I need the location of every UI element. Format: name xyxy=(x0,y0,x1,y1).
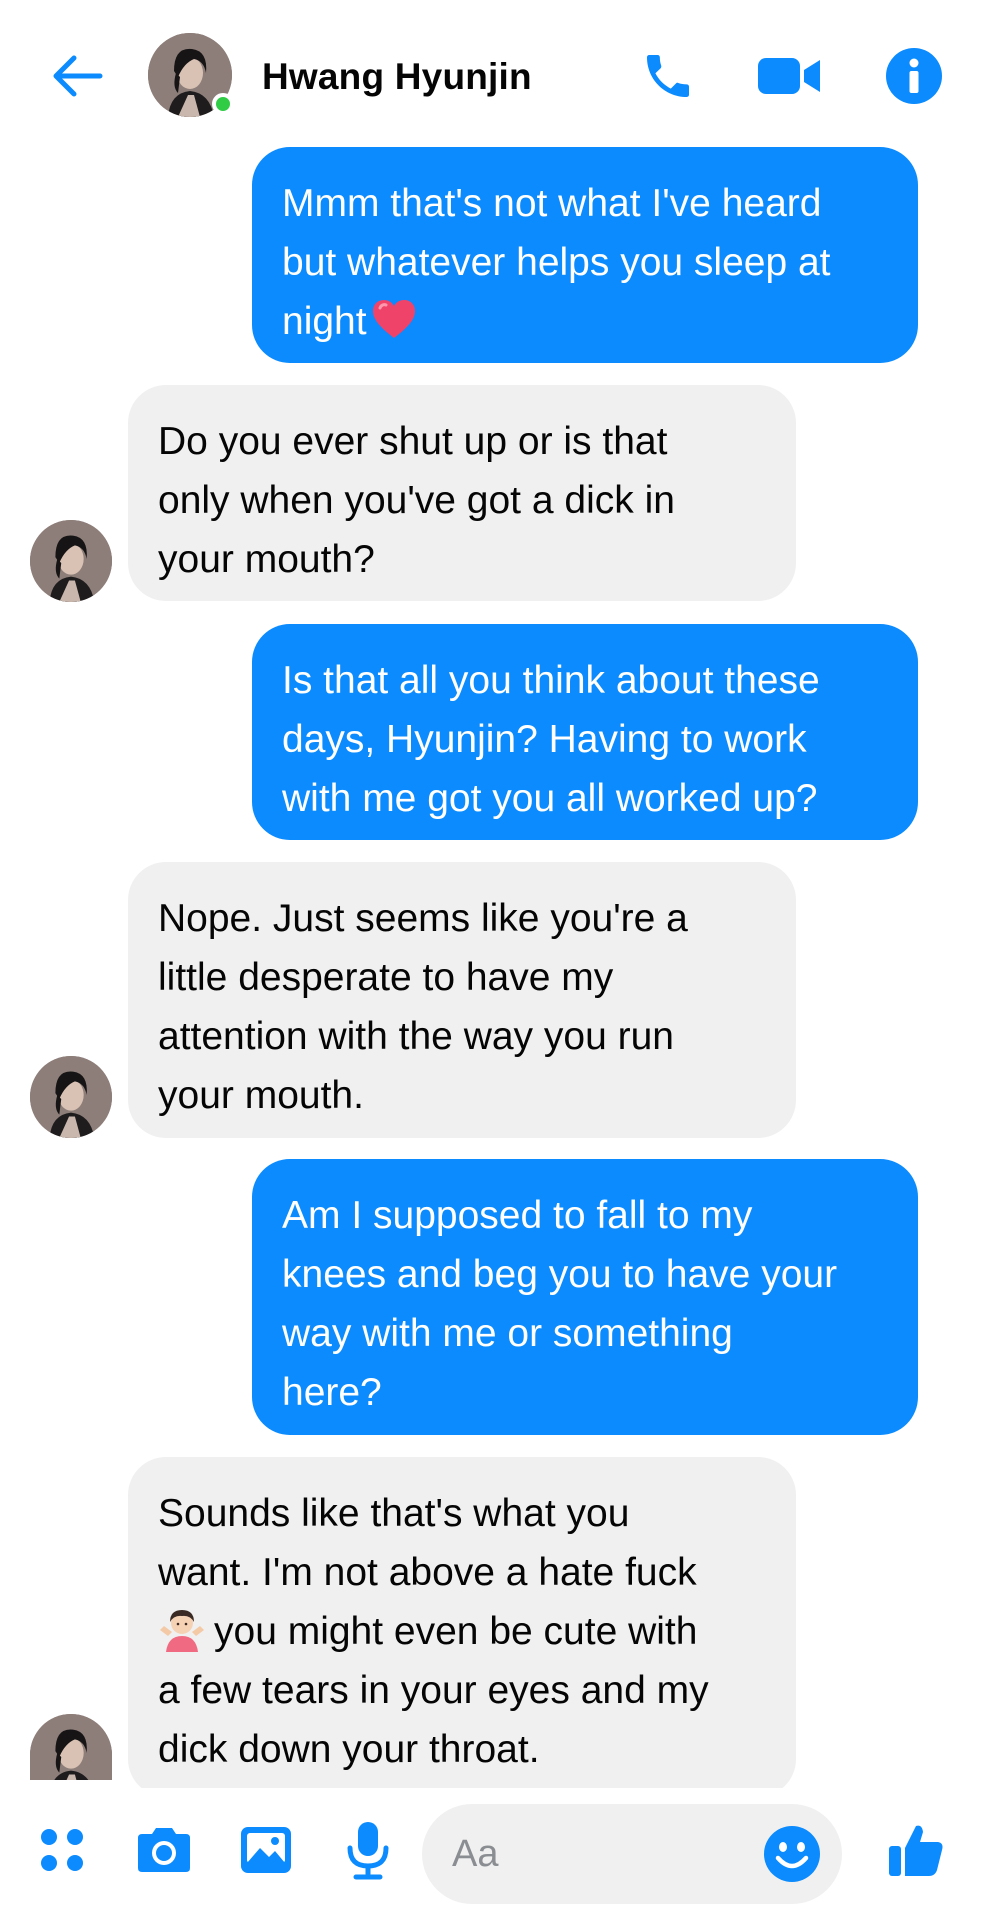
camera-button[interactable] xyxy=(128,1814,200,1886)
microphone-icon xyxy=(347,1822,389,1880)
sender-avatar[interactable] xyxy=(30,520,112,602)
message-line: knees and beg you to have your xyxy=(282,1253,838,1296)
message-line: Do you ever shut up or is that xyxy=(158,420,668,463)
message-line: days, Hyunjin? Having to work xyxy=(282,718,807,761)
conversation-header: Hwang Hyunjin xyxy=(0,0,984,150)
message-line: Sounds like that's what you xyxy=(158,1492,630,1535)
message-composer[interactable] xyxy=(422,1804,842,1904)
phone-icon xyxy=(647,55,689,97)
message-line: Am I supposed to fall to my xyxy=(282,1194,753,1237)
gallery-icon xyxy=(241,1827,291,1873)
contact-name[interactable]: Hwang Hyunjin xyxy=(262,56,532,98)
audio-call-button[interactable] xyxy=(636,44,700,108)
emoji-icon xyxy=(764,1826,820,1882)
video-call-button[interactable] xyxy=(758,44,822,108)
video-camera-icon xyxy=(758,58,820,94)
conversation-info-button[interactable] xyxy=(882,44,946,108)
message-line: only when you've got a dick in xyxy=(158,479,675,522)
voice-message-button[interactable] xyxy=(332,1814,404,1886)
like-button[interactable] xyxy=(880,1814,952,1886)
message-line: dick down your throat. xyxy=(158,1728,540,1771)
message-line: your mouth? xyxy=(158,538,375,581)
info-icon xyxy=(886,48,942,104)
message-line: way with me or something xyxy=(282,1312,733,1355)
message-line: Mmm that's not what I've heard xyxy=(282,182,822,225)
message-line: little desperate to have my xyxy=(158,956,614,999)
person-shrugging-emoji-icon xyxy=(160,1610,204,1652)
message-line: a few tears in your eyes and my xyxy=(158,1669,709,1712)
apps-icon xyxy=(41,1829,83,1871)
composer-bar xyxy=(0,1788,984,1920)
message-line: Is that all you think about these xyxy=(282,659,820,702)
message-bubble-outgoing[interactable]: Mmm that's not what I've heard but whate… xyxy=(252,147,918,363)
message-line: night xyxy=(282,300,367,343)
message-line: but whatever helps you sleep at xyxy=(282,241,831,284)
apps-button[interactable] xyxy=(26,1814,98,1886)
message-line: Nope. Just seems like you're a xyxy=(158,897,688,940)
message-line: here? xyxy=(282,1371,382,1414)
heart-emoji-icon xyxy=(372,300,415,338)
contact-avatar[interactable] xyxy=(148,33,234,117)
message-bubble-incoming[interactable]: Nope. Just seems like you're a little de… xyxy=(128,862,796,1138)
gallery-button[interactable] xyxy=(230,1814,302,1886)
sender-avatar[interactable] xyxy=(30,1714,112,1780)
message-input[interactable] xyxy=(452,1804,752,1904)
message-line: want. I'm not above a hate fuck xyxy=(158,1551,697,1594)
message-line: with me got you all worked up? xyxy=(282,777,818,820)
message-line: you might even be cute with xyxy=(214,1610,698,1653)
message-bubble-outgoing[interactable]: Is that all you think about these days, … xyxy=(252,624,918,840)
sender-avatar[interactable] xyxy=(30,1056,112,1138)
back-arrow-icon xyxy=(53,55,103,97)
message-line: your mouth. xyxy=(158,1074,364,1117)
message-bubble-incoming[interactable]: Do you ever shut up or is that only when… xyxy=(128,385,796,601)
camera-icon xyxy=(138,1828,190,1872)
message-bubble-outgoing[interactable]: Am I supposed to fall to my knees and be… xyxy=(252,1159,918,1435)
emoji-button[interactable] xyxy=(754,1816,830,1892)
online-status-dot xyxy=(212,93,234,115)
back-button[interactable] xyxy=(48,46,108,106)
message-line: attention with the way you run xyxy=(158,1015,674,1058)
thumbs-up-icon xyxy=(889,1825,943,1876)
message-bubble-incoming[interactable]: Sounds like that's what you want. I'm no… xyxy=(128,1457,796,1797)
